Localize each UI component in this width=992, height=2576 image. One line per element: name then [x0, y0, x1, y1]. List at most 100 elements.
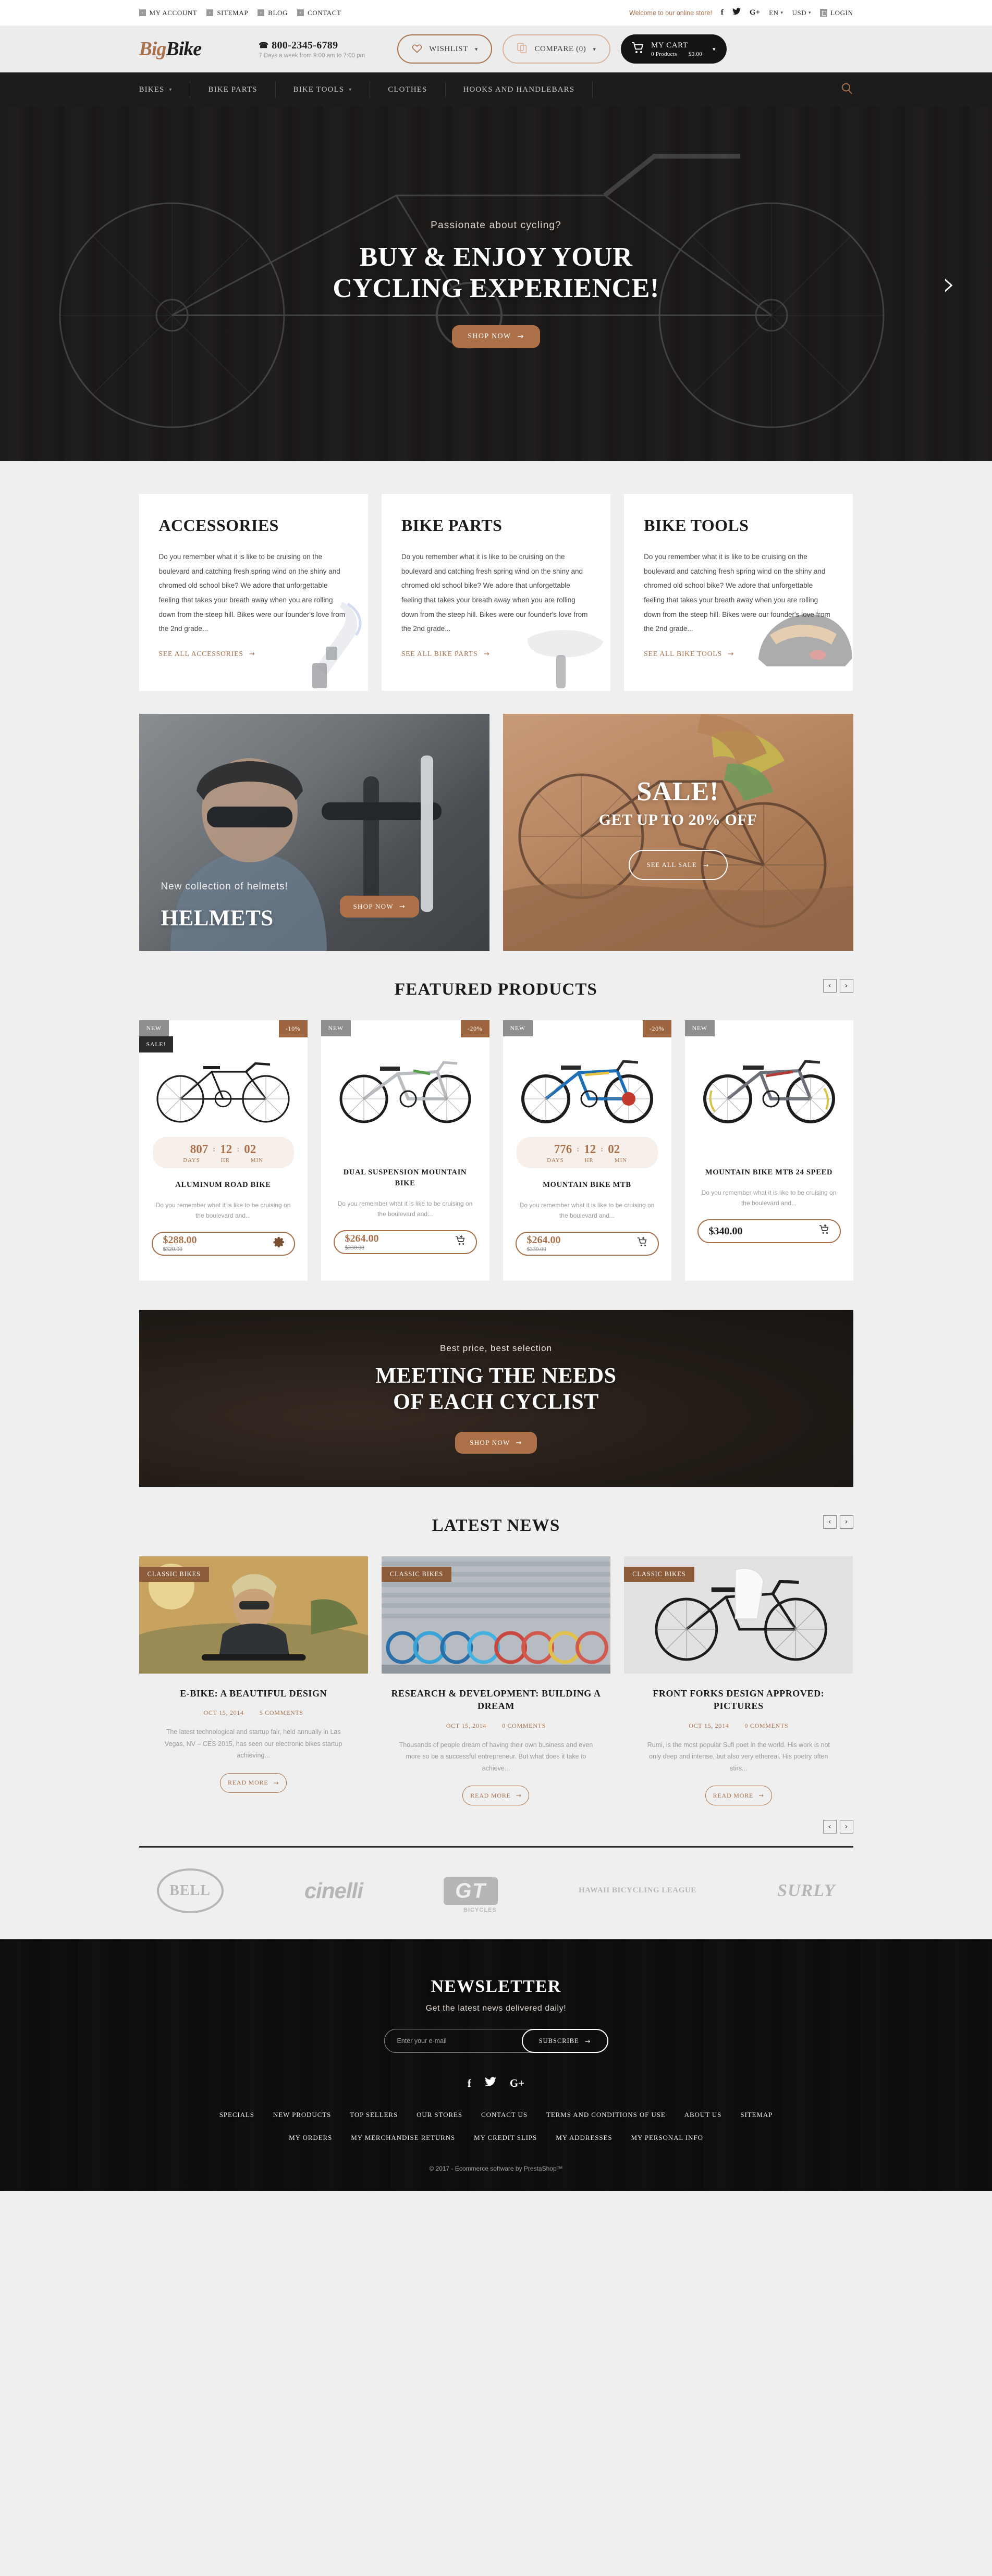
product-name[interactable]: ALUMINUM ROAD BIKE: [154, 1180, 293, 1191]
news-comments-count[interactable]: 0 COMMENTS: [744, 1722, 788, 1730]
top-bar: › MY ACCOUNT › SITEMAP › BLOG › CONTACT …: [0, 0, 992, 26]
product-card[interactable]: NEW -20%: [321, 1020, 489, 1281]
product-price-bar[interactable]: $340.00: [697, 1219, 841, 1243]
news-category-badge[interactable]: CLASSIC BIKES: [139, 1567, 209, 1582]
product-card[interactable]: NEW SALE! -10% 807: 12: 02 DAYS HR MIN…: [139, 1020, 308, 1281]
cart-plus-icon[interactable]: [455, 1235, 467, 1249]
facebook-icon[interactable]: f: [468, 2077, 471, 2090]
product-card[interactable]: NEW -20%: [503, 1020, 671, 1281]
news-read-more-button[interactable]: READ MORE →: [462, 1786, 530, 1806]
arrow-right-icon: →: [703, 861, 709, 869]
google-plus-icon[interactable]: G+: [750, 8, 760, 17]
footer-link-terms[interactable]: TERMS AND CONDITIONS OF USE: [546, 2111, 666, 2119]
news-title[interactable]: FRONT FORKS DESIGN APPROVED: PICTURES: [633, 1687, 843, 1713]
brands-next-button[interactable]: ›: [839, 1820, 853, 1834]
wishlist-button[interactable]: WISHLIST ▾: [397, 34, 493, 64]
mid-banner[interactable]: Best price, best selection MEETING THE N…: [139, 1310, 853, 1487]
cart-plus-icon[interactable]: [819, 1224, 830, 1238]
topbar-link-contact[interactable]: › CONTACT: [297, 9, 341, 17]
footer-link-contact-us[interactable]: CONTACT US: [481, 2111, 528, 2119]
brand-logo-gt[interactable]: GT BICYCLES: [444, 1877, 498, 1913]
gear-icon[interactable]: [273, 1236, 285, 1250]
twitter-icon[interactable]: [732, 8, 741, 18]
product-name[interactable]: DUAL SUSPENSION MOUNTAIN BIKE: [336, 1167, 475, 1189]
nav-item-bike-tools[interactable]: BIKE TOOLS ▾: [276, 81, 371, 98]
news-card[interactable]: CLASSIC BIKES RESEARCH & DEVELOPMENT: BU…: [381, 1556, 611, 1806]
footer-link-my-personal-info[interactable]: MY PERSONAL INFO: [631, 2134, 703, 2142]
footer-link-about-us[interactable]: ABOUT US: [684, 2111, 722, 2119]
mid-banner-shop-now-button[interactable]: SHOP NOW →: [455, 1432, 537, 1454]
facebook-icon[interactable]: f: [721, 8, 724, 17]
footer-link-sitemap[interactable]: SITEMAP: [740, 2111, 773, 2119]
footer-social-links: f G+: [139, 2077, 853, 2090]
footer-link-specials[interactable]: SPECIALS: [219, 2111, 254, 2119]
news-card[interactable]: CLASSIC BIKES E-BIKE: A BEAUTIFUL DESIGN…: [139, 1556, 368, 1805]
nav-item-bikes[interactable]: BIKES ▾: [139, 81, 191, 98]
info-card-text: Do you remember what it is like to be cr…: [158, 553, 346, 633]
brand-logo-hawaii-bicycling-league[interactable]: HAWAII BICYCLING LEAGUE: [579, 1886, 696, 1895]
promo-banner-helmets[interactable]: New collection of helmets! HELMETS SHOP …: [139, 714, 489, 951]
footer-link-my-merchandise-returns[interactable]: MY MERCHANDISE RETURNS: [351, 2134, 455, 2142]
brands-prev-button[interactable]: ‹: [823, 1820, 837, 1834]
site-logo[interactable]: BigBike: [139, 39, 202, 59]
featured-prev-button[interactable]: ‹: [823, 979, 837, 993]
search-icon[interactable]: [841, 82, 853, 97]
news-comments-count[interactable]: 0 COMMENTS: [502, 1722, 546, 1730]
product-name[interactable]: MOUNTAIN BIKE MTB: [518, 1180, 657, 1191]
newsletter-subscribe-button[interactable]: SUBSCRIBE →: [521, 2029, 608, 2053]
news-category-badge[interactable]: CLASSIC BIKES: [381, 1567, 452, 1582]
product-price-bar[interactable]: $264.00 $330.00: [515, 1231, 659, 1256]
product-price: $288.00: [163, 1234, 197, 1246]
language-selector[interactable]: EN ▾: [769, 9, 783, 17]
hero-next-slide-button[interactable]: ›: [942, 268, 956, 300]
twitter-icon[interactable]: [484, 2077, 496, 2090]
cart-plus-icon[interactable]: [637, 1236, 648, 1250]
brand-logo-surly[interactable]: SURLY: [777, 1881, 835, 1901]
news-title[interactable]: E-BIKE: A BEAUTIFUL DESIGN: [149, 1687, 359, 1700]
footer-link-our-stores[interactable]: OUR STORES: [417, 2111, 462, 2119]
news-read-more-button[interactable]: READ MORE →: [705, 1786, 772, 1806]
footer-link-new-products[interactable]: NEW PRODUCTS: [273, 2111, 331, 2119]
footer-link-my-credit-slips[interactable]: MY CREDIT SLIPS: [474, 2134, 537, 2142]
news-prev-button[interactable]: ‹: [823, 1515, 837, 1529]
news-next-button[interactable]: ›: [839, 1515, 853, 1529]
login-link[interactable]: LOGIN: [820, 9, 853, 17]
footer-link-my-addresses[interactable]: MY ADDRESSES: [556, 2134, 612, 2142]
currency-selector[interactable]: USD ▾: [792, 9, 812, 17]
brand-label: cinelli: [304, 1878, 363, 1903]
see-all-bike-parts-link[interactable]: SEE ALL BIKE PARTS →: [401, 650, 591, 658]
topbar-link-sitemap[interactable]: › SITEMAP: [206, 9, 248, 17]
news-thumbnail[interactable]: CLASSIC BIKES: [381, 1556, 611, 1674]
promo-banner-sale[interactable]: SALE! GET UP TO 20% OFF SEE ALL SALE →: [503, 714, 853, 951]
news-comments-count[interactable]: 5 COMMENTS: [260, 1709, 303, 1717]
google-plus-icon[interactable]: G+: [510, 2077, 524, 2090]
product-name[interactable]: MOUNTAIN BIKE MTB 24 SPEED: [700, 1167, 839, 1178]
brand-logo-cinelli[interactable]: cinelli: [304, 1878, 363, 1903]
topbar-link-my-account[interactable]: › MY ACCOUNT: [139, 9, 198, 17]
news-category-badge[interactable]: CLASSIC BIKES: [624, 1567, 694, 1582]
promo-sale-see-all-button[interactable]: SEE ALL SALE →: [628, 850, 728, 880]
product-card[interactable]: NEW MOUNTAIN BIKE MTB 24 SPEED Do you re…: [684, 1020, 853, 1281]
see-all-accessories-link[interactable]: SEE ALL ACCESSORIES →: [159, 650, 348, 658]
news-card[interactable]: CLASSIC BIKES FRONT FORKS DESIGN APPROVE…: [624, 1556, 853, 1806]
product-price-bar[interactable]: $264.00 $330.00: [333, 1230, 477, 1254]
featured-next-button[interactable]: ›: [839, 979, 853, 993]
footer-link-top-sellers[interactable]: TOP SELLERS: [350, 2111, 398, 2119]
phone-number[interactable]: ☎ 800-2345-6789: [259, 40, 365, 52]
promo-helmets-shop-now-button[interactable]: SHOP NOW →: [339, 896, 420, 918]
news-thumbnail[interactable]: CLASSIC BIKES: [624, 1556, 853, 1674]
nav-item-clothes[interactable]: CLOTHES: [370, 81, 446, 98]
cart-button[interactable]: MY CART 0 Products $0.00 ▾: [620, 34, 727, 64]
compare-button[interactable]: COMPARE (0) ▾: [503, 34, 610, 64]
product-price-bar[interactable]: $288.00 $320.00: [151, 1231, 295, 1256]
footer-link-my-orders[interactable]: MY ORDERS: [289, 2134, 332, 2142]
topbar-link-blog[interactable]: › BLOG: [258, 9, 288, 17]
news-title[interactable]: RESEARCH & DEVELOPMENT: BUILDING A DREAM: [391, 1687, 601, 1713]
nav-item-bike-parts[interactable]: BIKE PARTS: [190, 81, 276, 98]
news-thumbnail[interactable]: CLASSIC BIKES: [139, 1556, 368, 1674]
see-all-bike-tools-link[interactable]: SEE ALL BIKE TOOLS →: [644, 650, 833, 658]
brand-logo-bell[interactable]: BELL: [156, 1868, 224, 1914]
hero-shop-now-button[interactable]: SHOP NOW →: [452, 325, 540, 349]
nav-item-hooks-and-handlebars[interactable]: HOOKS AND HANDLEBARS: [446, 81, 593, 98]
news-read-more-button[interactable]: READ MORE →: [220, 1773, 287, 1793]
